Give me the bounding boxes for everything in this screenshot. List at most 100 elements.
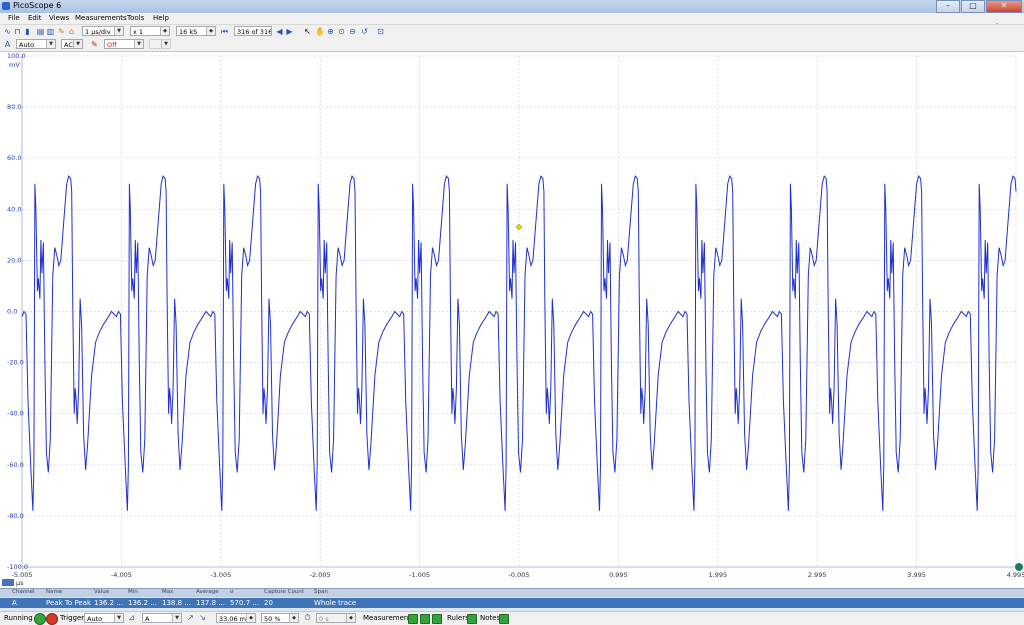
scope-mode-icon[interactable]: ∿ <box>3 27 12 36</box>
menu-bar: File Edit Views Measurements Tools Help <box>0 13 1024 24</box>
menu-edit[interactable]: Edit <box>28 14 42 22</box>
scope-settings-icon[interactable]: ▥ <box>46 27 55 36</box>
x-tick-label: 3.995 <box>907 571 926 579</box>
measurements-header: Channel Name Value Min Max Average σ Cap… <box>0 589 1024 597</box>
title-bar: PicoScope 6 – □ ✕ <box>0 0 1024 14</box>
col-span: Span <box>314 589 328 595</box>
channel-b-range-select[interactable]: Off ▼ <box>104 39 144 49</box>
samples-stepper[interactable]: 16 kS ◆ <box>176 26 216 36</box>
next-buffer-icon[interactable]: ▶ <box>285 27 294 36</box>
timebase-select[interactable]: 1 µs/div ▼ <box>82 26 124 36</box>
cell-name: Peak To Peak <box>46 599 92 607</box>
x-unit-label: µs <box>16 579 24 587</box>
zoom-area-icon[interactable]: ⊙ <box>337 27 346 36</box>
x-tick-label: 2.995 <box>808 571 827 579</box>
delete-measurement-icon[interactable] <box>432 614 442 624</box>
col-sigma: σ <box>230 589 234 595</box>
menu-measurements[interactable]: Measurements <box>75 14 127 22</box>
stop-icon[interactable] <box>46 613 58 625</box>
home-icon[interactable]: ⌂ <box>67 27 76 36</box>
prev-buffer-icon[interactable]: ◀ <box>275 27 284 36</box>
zoom-to-fit-icon[interactable]: ⊡ <box>376 27 385 36</box>
minimize-button[interactable]: – <box>936 0 960 13</box>
cell-channel: A <box>12 599 17 607</box>
y-tick-label: 80.0 <box>7 103 21 111</box>
x-tick-label: -3.005 <box>210 571 231 579</box>
trigger-mode-select[interactable]: Auto ▼ <box>84 613 124 623</box>
y-tick-label: -100.0 <box>7 563 28 571</box>
cell-max: 138.8 ... <box>162 599 191 607</box>
menu-file[interactable]: File <box>8 14 20 22</box>
hand-tool-icon[interactable]: ✋ <box>315 27 325 36</box>
menu-help[interactable]: Help <box>153 14 169 22</box>
cell-average: 137.8 ... <box>196 599 225 607</box>
rulers-label: Rulers <box>447 614 469 622</box>
start-icon[interactable] <box>34 613 46 625</box>
measurements-table: Channel Name Value Min Max Average σ Cap… <box>0 588 1024 611</box>
chevron-down-icon: ▼ <box>172 614 181 622</box>
trigger-marker[interactable] <box>515 223 523 231</box>
stepper-icon: ◆ <box>206 27 215 35</box>
trigger-label: Trigger <box>60 614 85 622</box>
pointer-tool-icon[interactable]: ↖ <box>303 27 312 36</box>
table-row[interactable]: A Peak To Peak 136.2 ... 136.2 ... 138.8… <box>0 598 1024 608</box>
coupling-select[interactable]: AC ▼ <box>61 39 83 49</box>
edit-measurement-icon[interactable] <box>420 614 430 624</box>
col-max: Max <box>162 589 174 595</box>
main-toolbar: ∿ ⊓ ▮ ▤ ▥ ✎ ⌂ 1 µs/div ▼ x 1 ◆ 16 kS ◆ ⏮ 31… <box>0 24 1024 38</box>
delay-stepper[interactable]: 0 s ◆ <box>316 613 356 623</box>
buffer-navigator[interactable]: 316 of 316 <box>234 26 272 36</box>
col-min: Min <box>128 589 138 595</box>
zoom-stepper[interactable]: x 1 ◆ <box>130 26 170 36</box>
x-tick-label: 4.995 <box>1007 571 1024 579</box>
trigger-edge-icon[interactable]: ⊿ <box>127 613 136 622</box>
trigger-channel-select[interactable]: A ▼ <box>142 613 182 623</box>
maximize-button[interactable]: □ <box>961 0 985 13</box>
x-tick-label: -2.005 <box>310 571 331 579</box>
cell-sigma: 570.7 ... <box>230 599 259 607</box>
menu-tools[interactable]: Tools <box>127 14 144 22</box>
x-tick-label: -5.005 <box>12 571 33 579</box>
zoom-in-icon[interactable]: ⊕ <box>326 27 335 36</box>
persistence-mode-icon[interactable]: ⊓ <box>13 27 22 36</box>
undo-zoom-icon[interactable]: ↺ <box>360 27 369 36</box>
rulers-settings-icon[interactable] <box>467 614 477 624</box>
channel-b-icon[interactable]: ✎ <box>90 40 99 49</box>
add-measurement-icon[interactable] <box>408 614 418 624</box>
y-tick-label: 0.0 <box>7 308 17 316</box>
ruler-handle[interactable] <box>1015 563 1023 571</box>
cell-span: Whole trace <box>314 599 357 607</box>
y-unit-label: mV <box>9 61 20 69</box>
pretrigger-stepper[interactable]: 50 % ◆ <box>261 613 299 623</box>
x-tick-label: 1.995 <box>708 571 727 579</box>
col-capture-count: Capture Count <box>264 589 304 595</box>
notes-label: Notes <box>480 614 501 622</box>
y-tick-label: 100.0 <box>7 52 26 60</box>
trigger-level-stepper[interactable]: 33.06 mV ◆ <box>216 613 256 623</box>
stepper-icon: ◆ <box>346 614 355 622</box>
col-name: Name <box>46 589 63 595</box>
range-select[interactable]: Auto ▼ <box>16 39 56 49</box>
scope-chart[interactable]: 100.0 80.0 60.0 40.0 20.0 0.0 -20.0 -40.0 -60.0 -… <box>0 52 1024 589</box>
y-tick-label: -40.0 <box>7 410 24 418</box>
close-button[interactable]: ✕ <box>986 0 1022 13</box>
y-tick-label: 20.0 <box>7 256 21 264</box>
chevron-down-icon: ▼ <box>114 614 123 622</box>
scope-view[interactable]: 100.0 80.0 60.0 40.0 20.0 0.0 -20.0 -40.0 -60.0 -… <box>0 51 1024 589</box>
falling-edge-icon[interactable]: ↘ <box>198 613 207 622</box>
stepper-icon: ◆ <box>160 27 169 35</box>
first-buffer-icon[interactable]: ⏮ <box>220 27 229 36</box>
app-icon <box>2 2 10 10</box>
stepper-icon: ◆ <box>289 614 298 622</box>
notes-toggle-icon[interactable] <box>499 614 509 624</box>
rising-edge-icon[interactable]: ↗ <box>186 613 195 622</box>
x-tick-label: 0.995 <box>609 571 628 579</box>
col-channel: Channel <box>12 589 35 595</box>
probe-icon[interactable]: ✎ <box>57 27 66 36</box>
zoom-out-icon[interactable]: ⊖ <box>348 27 357 36</box>
channels-icon[interactable]: ▤ <box>36 27 45 36</box>
channel-a-icon[interactable]: A <box>3 40 12 49</box>
col-average: Average <box>196 589 219 595</box>
menu-views[interactable]: Views <box>49 14 69 22</box>
spectrum-mode-icon[interactable]: ▮ <box>23 27 32 36</box>
